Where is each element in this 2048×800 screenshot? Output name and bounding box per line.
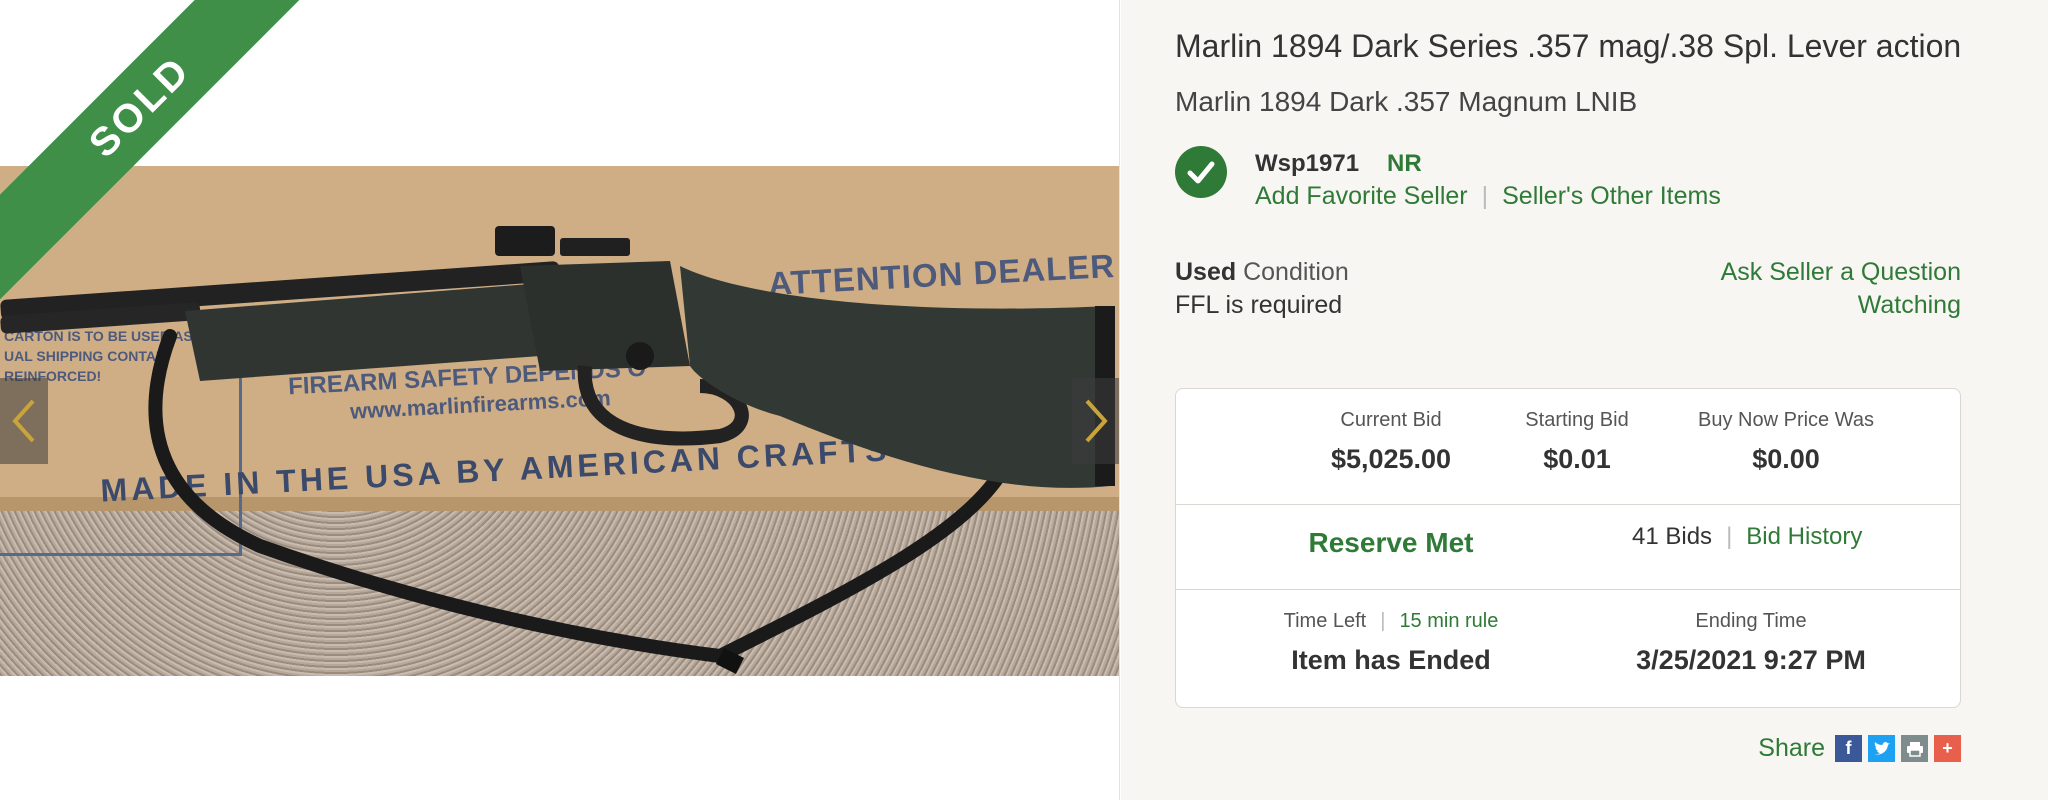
seller-info: Wsp1971 NR Add Favorite Seller | Seller's … — [1175, 146, 1935, 210]
time-left-value: Item has Ended — [1291, 645, 1491, 675]
buy-now-label: Buy Now Price Was — [1698, 409, 1874, 431]
ffl-notice: FFL is required — [1175, 291, 1343, 319]
chevron-left-icon — [12, 399, 35, 443]
verified-check-icon — [1175, 146, 1227, 198]
listing-actions: Ask Seller a Question Watching — [1721, 256, 1961, 322]
watching-link[interactable]: Watching — [1721, 289, 1961, 322]
plus-icon[interactable]: + — [1934, 735, 1961, 762]
rifle-illustration — [0, 226, 1115, 675]
buy-now-value: $0.00 — [1752, 444, 1820, 474]
seller-badge: NR — [1387, 150, 1422, 177]
next-image-button[interactable] — [1072, 378, 1119, 464]
twitter-icon[interactable] — [1868, 735, 1895, 762]
starting-bid-label: Starting Bid — [1525, 409, 1629, 431]
link-separator: | — [1380, 610, 1386, 632]
ending-time: Ending Time 3/25/2021 9:27 PM — [1606, 610, 1896, 676]
ask-seller-question-link[interactable]: Ask Seller a Question — [1721, 256, 1961, 289]
link-separator: | — [1481, 182, 1489, 210]
share-bar: Share f + — [1758, 734, 1961, 763]
current-bid-value: $5,025.00 — [1330, 444, 1452, 474]
bid-count-block: 41 Bids | Bid History — [1632, 523, 1862, 551]
listing-details: Marlin 1894 Dark Series .357 mag/.38 Spl… — [1121, 0, 2048, 800]
fifteen-min-rule-link[interactable]: 15 min rule — [1399, 610, 1498, 632]
ending-time-value: 3/25/2021 9:27 PM — [1636, 645, 1866, 675]
bid-summary-card: Current Bid $5,025.00 Starting Bid $0.01… — [1175, 388, 1961, 708]
current-bid: Current Bid $5,025.00 — [1291, 409, 1491, 475]
bid-history-link[interactable]: Bid History — [1746, 523, 1862, 550]
seller-name[interactable]: Wsp1971 — [1255, 150, 1359, 178]
share-label: Share — [1758, 734, 1825, 762]
bid-count: 41 Bids — [1632, 523, 1713, 550]
listing-subtitle: Marlin 1894 Dark .357 Magnum LNIB — [1175, 86, 1638, 117]
time-left-label: Time Left — [1283, 610, 1367, 632]
image-gallery: CARTON IS TO BE USED AS UAL SHIPPING CON… — [0, 0, 1120, 800]
listing-title: Marlin 1894 Dark Series .357 mag/.38 Spl… — [1175, 28, 1962, 64]
previous-image-button[interactable] — [0, 378, 48, 464]
reserve-row: Reserve Met 41 Bids | Bid History — [1176, 505, 1960, 590]
buy-now-price: Buy Now Price Was $0.00 — [1676, 409, 1896, 475]
facebook-icon[interactable]: f — [1835, 735, 1862, 762]
condition-value: Used — [1175, 258, 1237, 286]
chevron-right-icon — [1085, 399, 1108, 443]
starting-bid: Starting Bid $0.01 — [1496, 409, 1658, 475]
seller-other-items-link[interactable]: Seller's Other Items — [1502, 182, 1721, 210]
time-row: Time Left | 15 min rule Item has Ended End… — [1176, 590, 1960, 708]
time-left-label-line: Time Left | 15 min rule — [1236, 610, 1546, 633]
time-left: Time Left | 15 min rule Item has Ended — [1236, 610, 1546, 676]
print-icon[interactable] — [1901, 735, 1928, 762]
seller-links: Add Favorite Seller | Seller's Other Items — [1255, 182, 1721, 211]
bid-prices-row: Current Bid $5,025.00 Starting Bid $0.01… — [1176, 389, 1960, 505]
sold-label: SOLD — [80, 47, 199, 166]
reserve-status: Reserve Met — [1308, 527, 1474, 558]
ending-time-label: Ending Time — [1695, 610, 1807, 632]
condition-label: Condition — [1243, 258, 1349, 286]
add-favorite-seller-link[interactable]: Add Favorite Seller — [1255, 182, 1468, 210]
current-bid-label: Current Bid — [1340, 409, 1442, 431]
listing-photo[interactable]: CARTON IS TO BE USED AS UAL SHIPPING CON… — [0, 166, 1119, 676]
link-separator: | — [1726, 523, 1733, 550]
starting-bid-value: $0.01 — [1543, 444, 1611, 474]
condition-block: Used Condition FFL is required — [1175, 256, 1349, 322]
